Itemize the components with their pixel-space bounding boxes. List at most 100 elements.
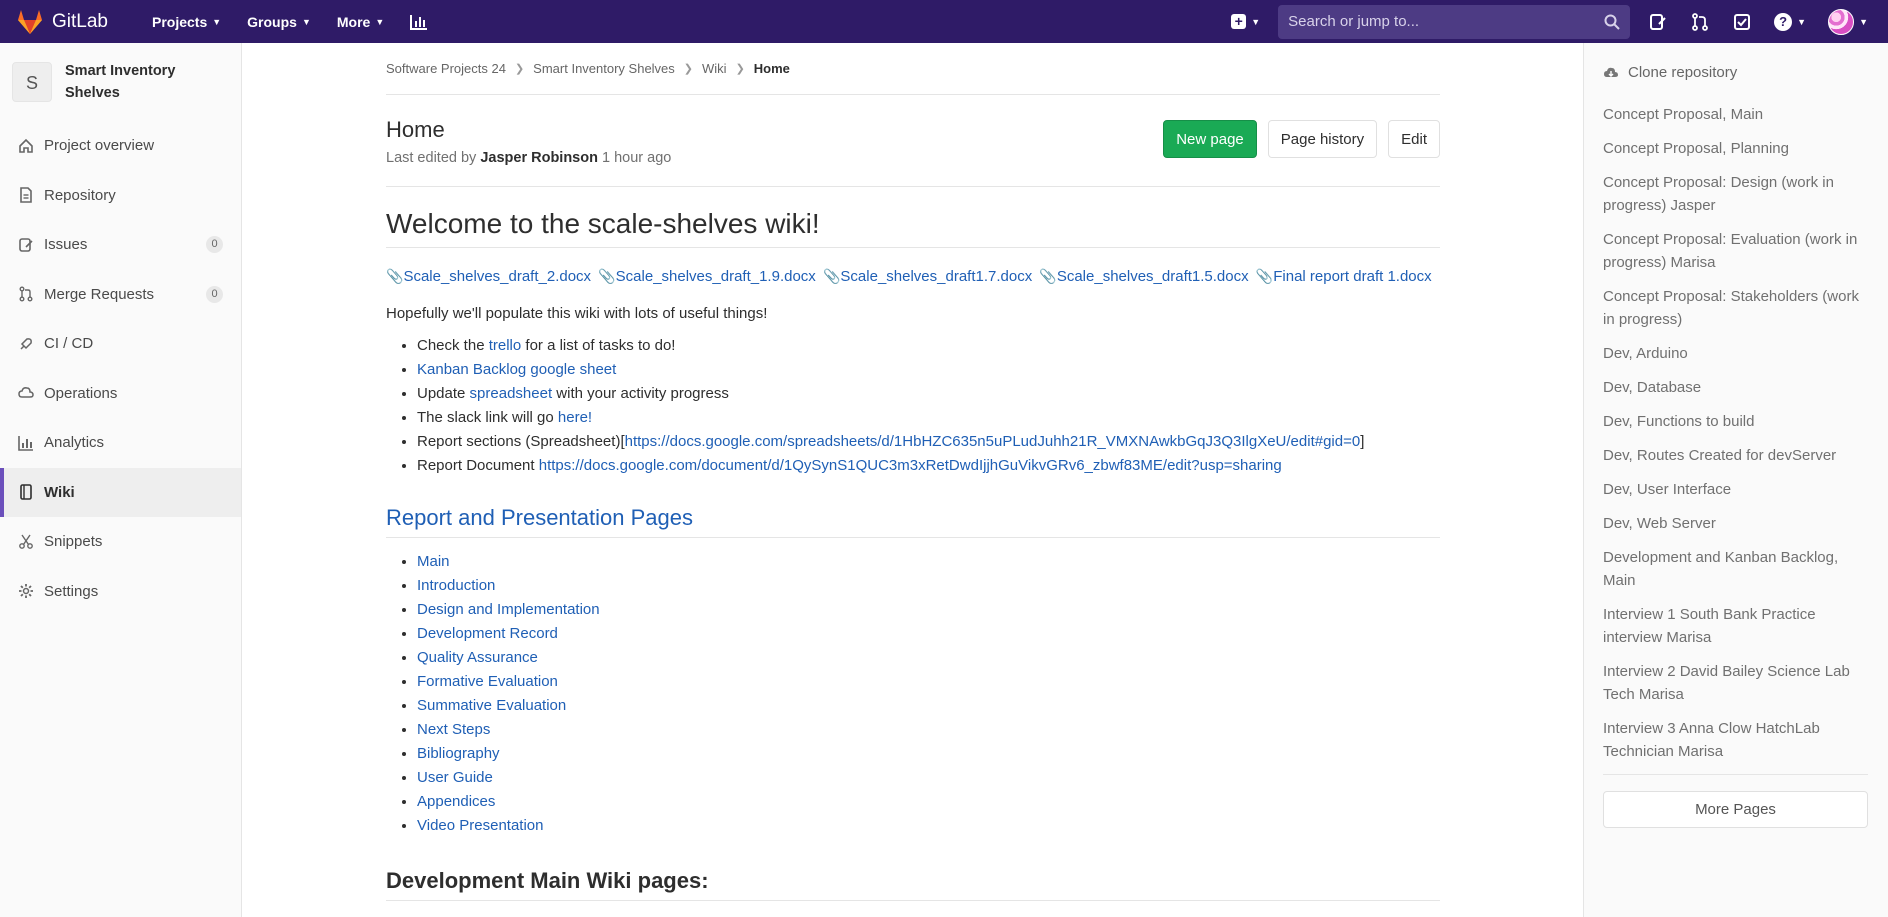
- help-dropdown[interactable]: ? ▼: [1774, 12, 1806, 31]
- list-item: Bibliography: [417, 744, 1440, 768]
- cloud-download-icon: [1604, 67, 1618, 77]
- wiki-page-link[interactable]: Interview 2 David Bailey Science Lab Tec…: [1603, 660, 1868, 706]
- nav-groups[interactable]: Groups ▼: [247, 14, 311, 30]
- report-page-link[interactable]: Bibliography: [417, 745, 500, 762]
- user-menu[interactable]: ▼: [1828, 8, 1868, 35]
- sidebar-item-label: Settings: [44, 582, 99, 600]
- report-page-link[interactable]: Main: [417, 553, 450, 570]
- sidebar-item-merge-requests[interactable]: Merge Requests 0: [0, 270, 241, 320]
- wiki-page-link[interactable]: Dev, User Interface: [1603, 478, 1868, 501]
- attachment-link[interactable]: Scale_shelves_draft_1.9.docx: [616, 268, 816, 285]
- sidebar-item-project-overview[interactable]: Project overview: [0, 121, 241, 171]
- nav-projects-label: Projects: [152, 13, 208, 30]
- sidebar-item-label: Operations: [44, 384, 118, 402]
- section-heading: Report and Presentation Pages: [386, 505, 1440, 538]
- sidebar-item-settings[interactable]: Settings: [0, 567, 241, 617]
- sidebar-item-wiki[interactable]: Wiki: [0, 467, 241, 517]
- breadcrumb-group[interactable]: Software Projects 24: [386, 61, 506, 76]
- merge-requests-nav-icon[interactable]: [1690, 12, 1710, 32]
- sidebar-item-snippets[interactable]: Snippets: [0, 517, 241, 567]
- report-page-link[interactable]: Video Presentation: [417, 817, 543, 834]
- new-page-button[interactable]: New page: [1163, 120, 1257, 158]
- wiki-pages-sidebar: Clone repository Concept Proposal, Main …: [1583, 43, 1888, 917]
- list-item: Appendices: [417, 792, 1440, 816]
- project-header[interactable]: S Smart Inventory Shelves: [0, 43, 241, 109]
- author-name[interactable]: Jasper Robinson: [480, 150, 598, 166]
- wiki-page-link[interactable]: Dev, Routes Created for devServer: [1603, 444, 1868, 467]
- report-sections-link[interactable]: https://docs.google.com/spreadsheets/d/1…: [625, 433, 1361, 450]
- nav-projects[interactable]: Projects ▼: [152, 14, 221, 30]
- attachment-link[interactable]: Scale_shelves_draft1.5.docx: [1057, 268, 1249, 285]
- sidebar-item-label: Project overview: [44, 137, 155, 155]
- issues-nav-icon[interactable]: [1648, 12, 1668, 32]
- section-anchor-link[interactable]: Report and Presentation Pages: [386, 505, 693, 530]
- wiki-page-link[interactable]: Concept Proposal: Stakeholders (work in …: [1603, 285, 1868, 331]
- wiki-page-link[interactable]: Dev, Arduino: [1603, 342, 1868, 365]
- clone-label: Clone repository: [1628, 64, 1738, 81]
- sidebar-item-repository[interactable]: Repository: [0, 171, 241, 221]
- spreadsheet-link[interactable]: spreadsheet: [470, 385, 553, 402]
- wiki-page-link[interactable]: Interview 1 South Bank Practice intervie…: [1603, 603, 1868, 649]
- edit-button[interactable]: Edit: [1388, 120, 1440, 158]
- sidebar-item-operations[interactable]: Operations: [0, 369, 241, 419]
- report-page-link[interactable]: Introduction: [417, 577, 495, 594]
- search-input[interactable]: [1288, 13, 1605, 30]
- page-history-button[interactable]: Page history: [1267, 120, 1378, 158]
- main-content: Software Projects 24 ❯ Smart Inventory S…: [386, 43, 1440, 901]
- nav-more-label: More: [336, 13, 371, 30]
- issues-icon: [19, 237, 33, 252]
- report-page-link[interactable]: Summative Evaluation: [417, 697, 566, 714]
- sidebar-item-label: Snippets: [44, 533, 103, 551]
- gitlab-logo[interactable]: GitLab: [16, 9, 126, 35]
- chevron-down-icon: ▼: [212, 16, 222, 27]
- report-document-link[interactable]: https://docs.google.com/document/d/1QySy…: [539, 457, 1282, 474]
- wiki-page-link[interactable]: Dev, Functions to build: [1603, 410, 1868, 433]
- list-item: Formative Evaluation: [417, 672, 1440, 696]
- report-page-link[interactable]: Next Steps: [417, 721, 490, 738]
- report-page-link[interactable]: Design and Implementation: [417, 601, 600, 618]
- page-header: Home Last edited by Jasper Robinson 1 ho…: [386, 95, 1440, 187]
- last-edited-meta: Last edited by Jasper Robinson 1 hour ag…: [386, 150, 671, 166]
- chevron-down-icon: ▼: [301, 16, 311, 27]
- search-box[interactable]: [1278, 4, 1631, 39]
- report-page-link[interactable]: Appendices: [417, 793, 495, 810]
- breadcrumb-wiki[interactable]: Wiki: [702, 61, 727, 76]
- todos-nav-icon[interactable]: [1732, 12, 1752, 32]
- report-page-link[interactable]: Development Record: [417, 625, 558, 642]
- activity-chart-icon[interactable]: [410, 14, 428, 30]
- chevron-right-icon: ❯: [514, 63, 525, 75]
- help-icon: ?: [1774, 12, 1793, 31]
- wiki-page-link[interactable]: Concept Proposal, Main: [1603, 103, 1868, 126]
- sidebar-item-issues[interactable]: Issues 0: [0, 220, 241, 270]
- wiki-page-link[interactable]: Dev, Web Server: [1603, 512, 1868, 535]
- new-item-dropdown[interactable]: + ▼: [1231, 14, 1260, 29]
- wiki-page-link[interactable]: Dev, Database: [1603, 376, 1868, 399]
- breadcrumb-project[interactable]: Smart Inventory Shelves: [533, 61, 675, 76]
- wiki-page-link[interactable]: Concept Proposal: Design (work in progre…: [1603, 171, 1868, 217]
- list-item: Quality Assurance: [417, 648, 1440, 672]
- report-page-link[interactable]: Quality Assurance: [417, 649, 538, 666]
- sidebar-item-analytics[interactable]: Analytics: [0, 418, 241, 468]
- attachment-link[interactable]: Scale_shelves_draft1.7.docx: [840, 268, 1032, 285]
- nav-more[interactable]: More ▼: [337, 14, 384, 30]
- cloud-icon: [18, 387, 34, 398]
- report-page-link[interactable]: User Guide: [417, 769, 493, 786]
- slack-link[interactable]: here!: [558, 409, 592, 426]
- attachment-link[interactable]: Scale_shelves_draft_2.docx: [403, 268, 591, 285]
- list-item: Next Steps: [417, 720, 1440, 744]
- wiki-page-link[interactable]: Concept Proposal, Planning: [1603, 137, 1868, 160]
- clone-repository-link[interactable]: Clone repository: [1584, 43, 1888, 81]
- wiki-page-link[interactable]: Development and Kanban Backlog, Main: [1603, 546, 1868, 592]
- wiki-page-link[interactable]: Interview 3 Anna Clow HatchLab Technicia…: [1603, 717, 1868, 763]
- trello-link[interactable]: trello: [489, 337, 522, 354]
- list-item: Main: [417, 552, 1440, 576]
- dev-heading: Development Main Wiki pages:: [386, 868, 1440, 901]
- chevron-right-icon: ❯: [683, 63, 694, 75]
- wiki-page-link[interactable]: Concept Proposal: Evaluation (work in pr…: [1603, 228, 1868, 274]
- sidebar-item-ci-cd[interactable]: CI / CD: [0, 319, 241, 369]
- more-pages-button[interactable]: More Pages: [1603, 791, 1868, 828]
- report-page-link[interactable]: Formative Evaluation: [417, 673, 558, 690]
- chevron-right-icon: ❯: [735, 63, 745, 75]
- kanban-link[interactable]: Kanban Backlog google sheet: [417, 361, 616, 378]
- attachment-link[interactable]: Final report draft 1.docx: [1273, 268, 1431, 285]
